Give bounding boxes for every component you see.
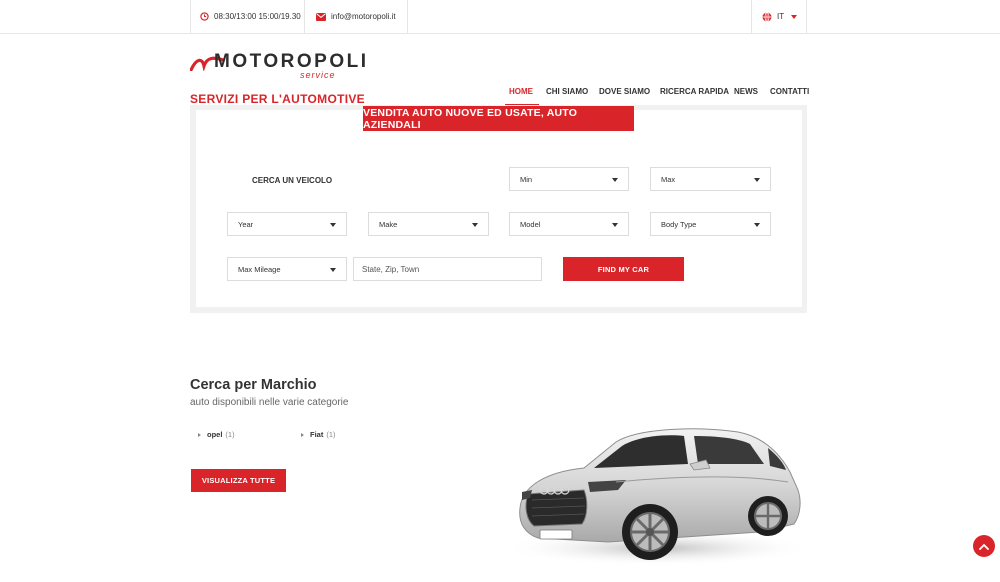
envelope-icon — [316, 12, 326, 21]
brand-name[interactable]: Fiat — [310, 430, 323, 439]
chevron-down-icon — [791, 14, 798, 19]
language-selector[interactable]: IT — [762, 0, 798, 33]
nav-dove-siamo[interactable]: DOVE SIAMO — [599, 87, 650, 96]
opening-hours-text: 08:30/13:00 15:00/19.30 — [214, 12, 301, 21]
model-value: Model — [520, 219, 541, 229]
brand-count: (1) — [225, 430, 235, 439]
chevron-down-icon — [330, 223, 336, 227]
divider — [407, 0, 408, 33]
brand-count: (1) — [326, 430, 336, 439]
car-image — [503, 428, 808, 566]
brand-link-opel[interactable]: opel (1) — [198, 430, 235, 439]
nav-chi-siamo[interactable]: CHI SIAMO — [546, 87, 588, 96]
scroll-to-top-button[interactable] — [973, 535, 995, 557]
logo-text: MOTOROPOLI — [214, 51, 369, 72]
make-select[interactable]: Make — [368, 212, 489, 236]
nav-contatti[interactable]: CONTATTI — [770, 87, 809, 96]
nav-home[interactable]: HOME — [509, 87, 533, 96]
chevron-down-icon — [754, 223, 760, 227]
contact-email-text[interactable]: info@motoropoli.it — [331, 12, 396, 21]
caret-right-icon — [198, 432, 201, 437]
site-logo[interactable]: MOTOROPOLI service — [190, 51, 366, 81]
search-heading: CERCA UN VEICOLO — [252, 176, 333, 185]
year-value: Year — [238, 219, 254, 229]
chevron-down-icon — [612, 223, 618, 227]
chevron-down-icon — [472, 223, 478, 227]
divider — [751, 0, 752, 33]
brands-title: Cerca per Marchio — [190, 377, 317, 393]
body-type-select[interactable]: Body Type — [650, 212, 771, 236]
nav-news[interactable]: NEWS — [734, 87, 758, 96]
globe-icon — [762, 11, 772, 22]
logo-subtext: service — [300, 70, 336, 80]
max-mileage-select[interactable]: Max Mileage — [227, 257, 347, 281]
chevron-down-icon — [754, 178, 760, 182]
make-value: Make — [379, 219, 398, 229]
price-max-select[interactable]: Max — [650, 167, 771, 191]
year-select[interactable]: Year — [227, 212, 347, 236]
nav-ricerca-rapida[interactable]: RICERCA RAPIDA — [660, 87, 729, 96]
view-all-button[interactable]: VISUALIZZA TUTTE — [191, 469, 286, 492]
chevron-down-icon — [330, 268, 336, 272]
caret-right-icon — [301, 432, 304, 437]
opening-hours: 08:30/13:00 15:00/19.30 — [200, 0, 301, 33]
price-min-value: Min — [520, 174, 533, 184]
divider — [304, 0, 305, 33]
price-max-value: Max — [661, 174, 676, 184]
contact-email[interactable]: info@motoropoli.it — [316, 0, 396, 33]
search-banner: VENDITA AUTO NUOVE ED USATE, AUTO AZIEND… — [363, 106, 634, 131]
brands-subtitle: auto disponibili nelle varie categorie — [190, 397, 349, 408]
max-mileage-value: Max Mileage — [238, 264, 281, 274]
chevron-up-icon — [979, 543, 989, 550]
divider — [806, 0, 807, 33]
brand-link-fiat[interactable]: Fiat (1) — [301, 430, 336, 439]
clock-icon — [200, 12, 209, 21]
chevron-down-icon — [612, 178, 618, 182]
tagline: SERVIZI PER L'AUTOMOTIVE — [190, 92, 365, 106]
brand-name[interactable]: opel — [207, 430, 222, 439]
model-select[interactable]: Model — [509, 212, 629, 236]
body-type-value: Body Type — [661, 219, 697, 229]
top-bar: 08:30/13:00 15:00/19.30 info@motoropoli.… — [0, 0, 1000, 34]
divider — [190, 0, 191, 33]
find-my-car-button[interactable]: FIND MY CAR — [563, 257, 684, 281]
price-min-select[interactable]: Min — [509, 167, 629, 191]
location-input[interactable] — [353, 257, 542, 281]
language-label[interactable]: IT — [777, 12, 784, 21]
